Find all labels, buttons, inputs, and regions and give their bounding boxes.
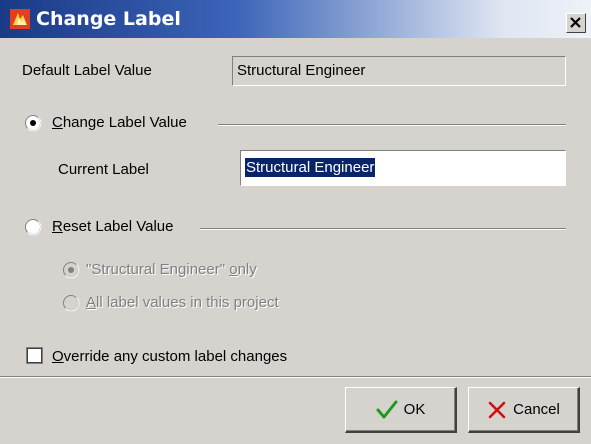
change-label-option-label[interactable]: Change Label Value — [52, 114, 187, 131]
change-label-option-text: hange Label Value — [62, 114, 187, 131]
change-label-dialog: Change Label Default Label Value Structu… — [0, 0, 591, 444]
structural-engineer-only-label[interactable]: "Structural Engineer" only — [86, 261, 257, 278]
reset-label-separator — [200, 228, 566, 230]
sub-option-2-mnemonic: A — [86, 294, 97, 311]
reset-label-radio[interactable] — [24, 218, 42, 236]
button-area-separator — [0, 376, 591, 378]
all-label-values-label[interactable]: All label values in this project — [86, 294, 279, 311]
override-label-text: verride any custom label changes — [63, 348, 288, 365]
window-title: Change Label — [36, 8, 181, 30]
x-icon — [488, 401, 506, 418]
cancel-label: Cancel — [513, 401, 560, 418]
close-icon — [570, 17, 581, 28]
default-label-field: Structural Engineer — [232, 56, 566, 86]
current-label-caption: Current Label — [58, 161, 149, 178]
change-label-mnemonic: C — [52, 114, 63, 131]
override-checkbox[interactable] — [26, 347, 43, 364]
structural-engineer-only-radio[interactable] — [62, 261, 80, 279]
checkmark-icon — [376, 400, 398, 418]
all-label-values-radio[interactable] — [62, 294, 80, 312]
title-bar[interactable]: Change Label — [0, 0, 591, 38]
sub-option-2-text-post: ll label values in this project — [96, 294, 279, 311]
cancel-button[interactable]: Cancel — [468, 387, 580, 433]
app-icon — [10, 9, 30, 29]
override-mnemonic: O — [52, 348, 64, 365]
reset-label-option-label[interactable]: Reset Label Value — [52, 218, 173, 235]
override-label[interactable]: Override any custom label changes — [52, 348, 287, 365]
change-label-separator — [218, 124, 566, 126]
current-label-input[interactable]: Structural Engineer — [240, 150, 566, 186]
ok-label: OK — [403, 401, 426, 418]
change-label-radio[interactable] — [24, 114, 42, 132]
current-label-value: Structural Engineer — [245, 158, 376, 177]
reset-label-option-text: eset Label Value — [62, 218, 174, 235]
default-label-caption: Default Label Value — [22, 62, 152, 79]
sub-option-1-text-post: nly — [237, 261, 257, 278]
close-button[interactable] — [566, 13, 586, 33]
reset-label-mnemonic: R — [52, 218, 63, 235]
sub-option-1-mnemonic: o — [229, 261, 238, 278]
ok-button[interactable]: OK — [345, 387, 457, 433]
sub-option-1-text-pre: "Structural Engineer" — [86, 261, 230, 278]
